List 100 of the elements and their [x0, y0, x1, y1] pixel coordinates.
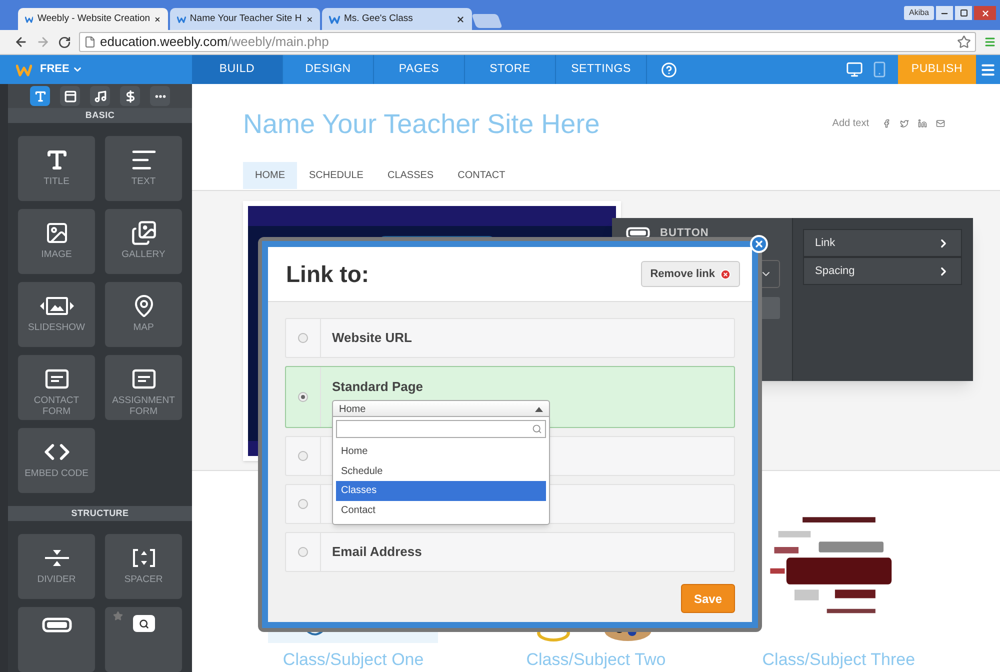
radio-button[interactable]: [298, 451, 308, 461]
menu-icon[interactable]: [980, 62, 996, 78]
back-icon[interactable]: [14, 35, 28, 49]
element-tile[interactable]: SLIDESHOW: [18, 282, 95, 347]
dollar-icon: [124, 90, 136, 102]
reload-icon[interactable]: [58, 36, 71, 48]
element-tile[interactable]: ASSIGNMENT FORM: [105, 355, 182, 420]
close-tab-icon[interactable]: [306, 14, 313, 24]
page-search-field[interactable]: [336, 420, 546, 438]
browser-tab[interactable]: Weebly - Website Creation: [18, 8, 168, 30]
browser-tab[interactable]: Name Your Teacher Site H: [170, 8, 320, 30]
search-box-icon: [132, 615, 154, 632]
option-label: Website URL: [332, 329, 412, 348]
publish-button[interactable]: PUBLISH: [898, 55, 976, 84]
panel-menu-item[interactable]: Spacing: [803, 257, 962, 285]
element-tile[interactable]: MAP: [105, 282, 182, 347]
section-header: BASIC: [8, 108, 192, 123]
element-tile[interactable]: SPACER: [105, 534, 182, 599]
element-tile[interactable]: EMBED CODE: [18, 428, 95, 493]
editor-tab[interactable]: BUILD: [192, 55, 283, 84]
title-icon: [44, 148, 68, 172]
element-tile[interactable]: DIVIDER: [18, 534, 95, 599]
help-icon[interactable]: [661, 62, 677, 78]
element-tile[interactable]: TEXT: [105, 136, 182, 201]
page-icon: [84, 36, 96, 48]
radio-button[interactable]: [298, 333, 308, 343]
star-icon: [113, 611, 123, 621]
image-icon: [44, 221, 68, 245]
link-option[interactable]: Standard Page Home: [285, 366, 735, 428]
search-icon: [532, 424, 542, 434]
site-menu-item[interactable]: HOME: [243, 162, 297, 189]
tile-label: MAP: [132, 322, 155, 333]
element-tile[interactable]: TITLE: [18, 136, 95, 201]
new-tab-button[interactable]: [471, 14, 503, 28]
gallery-icon: [130, 220, 156, 246]
plan-menu[interactable]: FREE: [40, 61, 84, 78]
page-option[interactable]: Schedule: [336, 462, 546, 481]
element-tile[interactable]: CONTACT FORM: [18, 355, 95, 420]
element-tile[interactable]: [18, 607, 95, 672]
save-button[interactable]: Save: [681, 584, 735, 613]
weebly-logo-icon: [16, 62, 32, 78]
browser-tab[interactable]: Ms. Gee's Class: [322, 8, 472, 30]
tool-tab[interactable]: [60, 86, 80, 106]
mail-icon[interactable]: [936, 118, 945, 128]
link-option[interactable]: Email Address: [285, 532, 735, 572]
linkedin-icon[interactable]: [918, 118, 927, 128]
form-icon: [132, 369, 156, 389]
page-option[interactable]: Contact: [336, 500, 546, 520]
tool-tab[interactable]: [90, 86, 110, 106]
section-header: STRUCTURE: [8, 506, 192, 521]
element-tile[interactable]: GALLERY: [105, 209, 182, 274]
remove-icon: [720, 268, 731, 280]
link-option[interactable]: Website URL: [285, 318, 735, 358]
close-icon: [980, 8, 990, 18]
element-tile[interactable]: IMAGE: [18, 209, 95, 274]
option-label: Email Address: [332, 543, 422, 562]
radio-button[interactable]: [298, 499, 308, 509]
restore-icon: [960, 9, 968, 17]
slideshow-icon: [38, 296, 74, 316]
header-text[interactable]: Add text: [832, 116, 869, 130]
tool-tab[interactable]: [30, 86, 50, 106]
tile-label: TEXT: [130, 176, 157, 187]
twitter-icon[interactable]: [900, 118, 909, 128]
bookmark-star-icon[interactable]: [957, 35, 971, 49]
site-menu-item[interactable]: SCHEDULE: [297, 162, 376, 189]
spacer-icon: [132, 548, 156, 568]
text-icon: [34, 90, 46, 102]
close-window-button[interactable]: [974, 6, 996, 20]
weebly-logo-icon: [329, 14, 340, 24]
close-tab-icon[interactable]: [456, 14, 465, 24]
minimize-button[interactable]: [936, 6, 953, 20]
form-icon: [44, 369, 68, 389]
user-name: Akiba: [904, 6, 934, 20]
radio-button[interactable]: [298, 547, 308, 557]
restore-button[interactable]: [955, 6, 972, 20]
radio-button[interactable]: [298, 392, 308, 402]
address-bar[interactable]: education.weebly.com/weebly/main.php: [79, 32, 976, 52]
site-menu-item[interactable]: CONTACT: [446, 162, 518, 189]
tool-tab[interactable]: [120, 86, 140, 106]
page-option[interactable]: Classes: [336, 481, 546, 500]
tile-label: ASSIGNMENT FORM: [111, 395, 176, 417]
site-menu-item[interactable]: CLASSES: [375, 162, 446, 189]
page-option[interactable]: Home: [336, 442, 546, 462]
facebook-icon[interactable]: [882, 118, 891, 128]
desktop-view-icon[interactable]: [846, 61, 863, 78]
tool-tab[interactable]: [150, 86, 170, 106]
tile-label: SLIDESHOW: [26, 322, 86, 333]
button-shape-icon: [42, 617, 72, 633]
tile-label: GALLERY: [120, 249, 166, 260]
chrome-menu-icon[interactable]: [984, 36, 996, 48]
tile-label: TITLE: [42, 176, 70, 187]
music-icon: [94, 90, 106, 102]
panel-menu-item[interactable]: Link: [803, 229, 962, 257]
close-tab-icon[interactable]: [154, 14, 161, 24]
option-label: Standard Page: [332, 378, 424, 396]
remove-link-button[interactable]: Remove link: [641, 261, 740, 287]
tile-label: SPACER: [123, 574, 164, 585]
element-tile[interactable]: [105, 607, 182, 672]
panel-title: BUTTON: [660, 226, 709, 241]
tile-label: DIVIDER: [36, 574, 77, 585]
